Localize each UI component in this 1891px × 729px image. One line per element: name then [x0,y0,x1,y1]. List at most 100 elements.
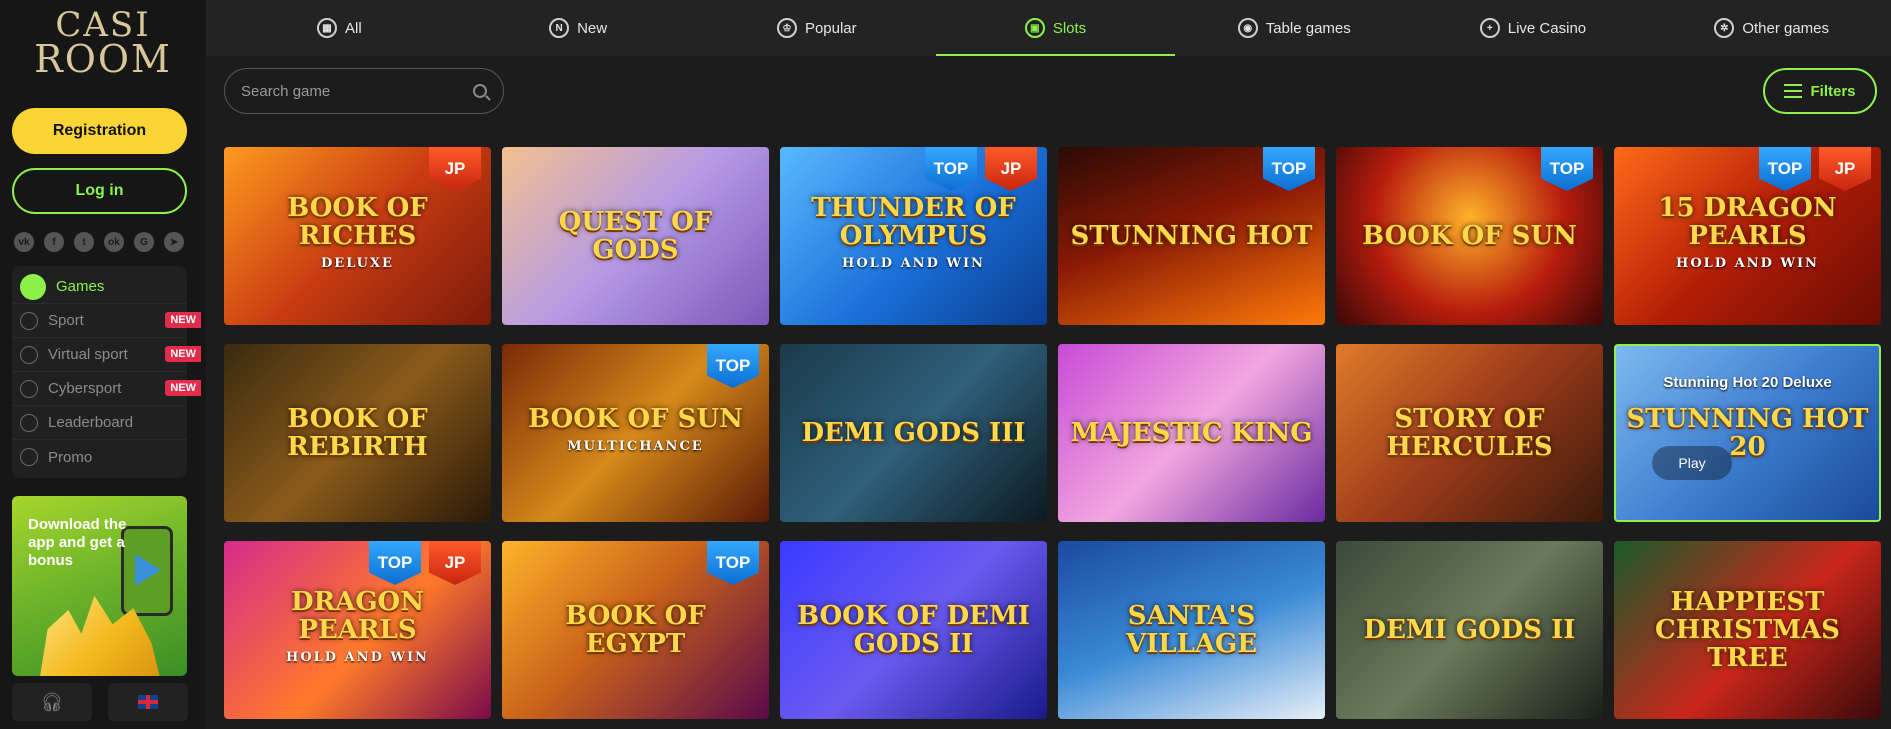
hover-game-name: Stunning Hot 20 Deluxe [1663,374,1832,391]
grid-icon: ▦ [317,18,338,38]
game-title: BOOK OF SUN MULTICHANCE [518,405,753,461]
game-subtitle: HOLD AND WIN [286,650,429,665]
tab-label: All [345,19,362,37]
sport-icon [20,311,38,330]
play-button[interactable]: Play [1652,446,1732,480]
game-title: BOOK OF SUN [1352,222,1587,250]
live-casino-icon: + [1479,18,1500,38]
vk-icon[interactable]: vk [14,232,34,252]
tab-slots[interactable]: ▣ Slots [936,0,1175,56]
game-card[interactable]: STUNNING HOT 20 Stunning Hot 20 Deluxe Pla… [1614,344,1881,522]
google-icon[interactable]: G [134,232,154,252]
game-card[interactable]: BOOK OF DEMI GODS II [780,541,1047,719]
tab-label: Popular [804,19,857,37]
jackpot-ribbon: JP [429,147,481,191]
jackpot-ribbon: JP [1819,147,1871,191]
sidebar-item-cybersport[interactable]: Cybersport NEW [12,372,201,406]
game-card[interactable]: DEMI GODS II [1336,541,1603,719]
game-card[interactable]: BOOK OF RICHES DELUXE JP [224,147,491,325]
game-card[interactable]: STUNNING HOT TOP [1058,147,1325,325]
support-button[interactable]: 🎧︎ [12,683,92,721]
search-input[interactable] [241,82,473,100]
sidebar-item-virtual-sport[interactable]: Virtual sport NEW [12,338,201,372]
slots-icon: ▣ [1024,18,1045,38]
logo[interactable]: CASI ROOM [12,0,194,86]
odnoklassniki-icon[interactable]: ok [104,232,124,252]
registration-button[interactable]: Registration [12,108,187,154]
logo-line2: ROOM [34,37,172,81]
sidebar-item-promo[interactable]: Promo [12,440,187,474]
new-icon: N [549,18,570,38]
new-badge: NEW [165,346,201,362]
language-button[interactable] [108,683,188,721]
game-title: BOOK OF DEMI GODS II [780,602,1047,658]
sidebar-item-label: Sport [48,312,84,329]
game-title-text: MAJESTIC KING [1070,418,1313,448]
game-card[interactable]: DRAGON PEARLS HOLD AND WIN TOP JP [224,541,491,719]
search-icon[interactable] [473,84,487,98]
game-title-text: QUEST OF GODS [558,207,713,265]
telegram-icon[interactable]: ➤ [164,232,184,252]
other-games-icon: ✲ [1714,18,1735,38]
tab-table-games[interactable]: ◉ Table games [1175,0,1414,56]
uk-flag-icon [138,695,158,709]
tab-new[interactable]: N New [459,0,698,56]
tab-popular[interactable]: ♔ Popular [697,0,936,56]
gamepad-icon [20,379,38,398]
tab-label: New [577,19,608,37]
download-app-banner[interactable]: Download the app and get a bonus [12,496,187,676]
game-card[interactable]: MAJESTIC KING [1058,344,1325,522]
filters-label: Filters [1810,82,1856,100]
game-title-text: BOOK OF EGYPT [565,601,706,659]
sidebar-item-sport[interactable]: Sport NEW [12,304,201,338]
game-card[interactable]: BOOK OF SUN TOP [1336,147,1603,325]
search-bar[interactable] [224,68,504,114]
game-title-text: STORY OF HERCULES [1386,404,1553,462]
tab-label: Slots [1052,19,1087,37]
sidebar-item-games[interactable]: Games [12,270,187,304]
sidebar-item-label: Cybersport [48,380,122,397]
top-ribbon: TOP [369,541,421,585]
top-ribbon: TOP [1759,147,1811,191]
virtual-sport-icon [20,345,38,364]
game-card[interactable]: Santa's Village [1058,541,1325,719]
game-title-text: DRAGON PEARLS [291,587,424,645]
game-subtitle: HOLD AND WIN [1676,256,1819,271]
sidebar: CASI ROOM Registration Log in vk f t ok G ➤ G… [0,0,206,729]
twitter-icon[interactable]: t [74,232,94,252]
sidebar-item-label: Promo [48,448,93,466]
game-title-text: DEMI GODS II [1363,615,1576,645]
tab-all[interactable]: ▦ All [220,0,459,56]
sidebar-item-leaderboard[interactable]: Leaderboard [12,406,187,440]
main-content: ▦ All N New ♔ Popular ▣ Slots ◉ Table games + Live … [206,0,1891,729]
game-card[interactable]: STORY OF HERCULES [1336,344,1603,522]
game-card[interactable]: BOOK OF EGYPT TOP [502,541,769,719]
game-card[interactable]: THUNDER OF OLYMPUS HOLD AND WIN TOP JP [780,147,1047,325]
game-title: HAPPIEST CHRISTMAS TREE [1614,588,1881,672]
tab-label: Other games [1742,19,1830,37]
login-button[interactable]: Log in [12,168,187,214]
new-badge: NEW [165,312,201,328]
top-ribbon: TOP [925,147,977,191]
game-card[interactable]: HAPPIEST CHRISTMAS TREE [1614,541,1881,719]
game-card[interactable]: 15 DRAGON PEARLS HOLD AND WIN TOP JP [1614,147,1881,325]
game-title-text: BOOK OF DEMI GODS II [797,601,1030,659]
game-card[interactable]: QUEST OF GODS [502,147,769,325]
game-card[interactable]: BOOK OF REBIRTH [224,344,491,522]
facebook-icon[interactable]: f [44,232,64,252]
game-title: QUEST OF GODS [502,208,769,264]
tab-live-casino[interactable]: + Live Casino [1414,0,1653,56]
game-card[interactable]: BOOK OF SUN MULTICHANCE TOP [502,344,769,522]
game-card[interactable]: DEMI GODS III [780,344,1047,522]
game-title-text: Santa's Village [1125,601,1258,659]
game-title-text: BOOK OF SUN [528,404,743,434]
sidebar-item-label: Games [56,278,105,295]
game-title: DEMI GODS II [1354,616,1586,644]
filters-button[interactable]: Filters [1763,68,1877,114]
games-grid: BOOK OF RICHES DELUXE JP QUEST OF GODS THUND… [224,147,1881,719]
tab-other-games[interactable]: ✲ Other games [1652,0,1891,56]
game-title: STORY OF HERCULES [1336,405,1603,461]
sidebar-menu: Games Sport NEW Virtual sport NEW Cybersport N… [12,266,201,478]
popular-icon: ♔ [776,18,797,38]
game-title-text: BOOK OF RICHES [287,193,428,251]
